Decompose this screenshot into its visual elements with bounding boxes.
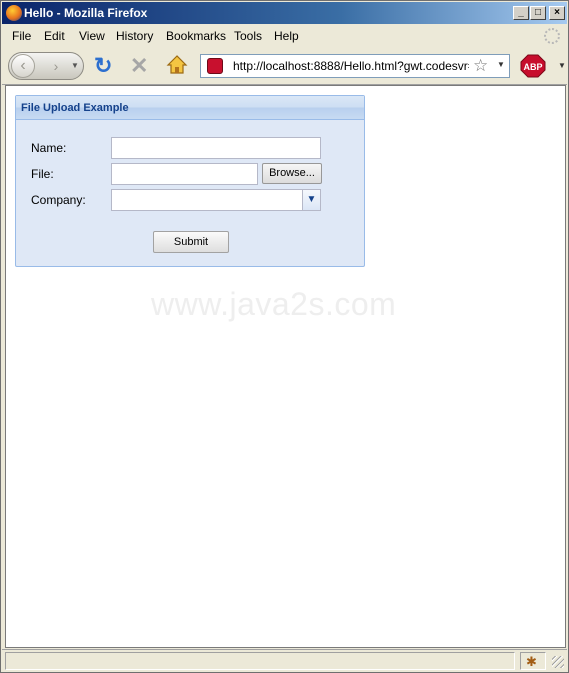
panel-title: File Upload Example <box>21 102 129 114</box>
firefox-icon <box>6 5 22 21</box>
company-combobox[interactable] <box>111 189 303 211</box>
home-icon[interactable] <box>166 54 188 76</box>
window-title: Hello - Mozilla Firefox <box>24 6 148 20</box>
adblock-plus-icon[interactable]: ABP <box>520 54 546 78</box>
menu-tools[interactable]: Tools <box>234 29 262 43</box>
menu-file[interactable]: File <box>12 29 31 43</box>
name-input[interactable] <box>111 137 321 159</box>
firebug-icon[interactable]: ✱ <box>526 654 537 670</box>
watermark-text: www.java2s.com <box>151 286 397 322</box>
abp-label: ABP <box>523 62 542 72</box>
throbber-icon <box>544 28 560 44</box>
close-button[interactable]: × <box>549 6 565 20</box>
name-label: Name: <box>31 141 67 155</box>
submit-button[interactable]: Submit <box>153 231 229 253</box>
panel-header: File Upload Example <box>16 96 364 120</box>
browse-button[interactable]: Browse... <box>262 163 322 184</box>
status-text <box>5 652 515 670</box>
page-content: File Upload Example Name: File: Browse..… <box>5 85 566 648</box>
reload-icon[interactable]: ↻ <box>94 55 116 77</box>
browser-window: Hello - Mozilla Firefox _ □ × File Edit … <box>0 0 569 673</box>
site-favicon-icon <box>207 58 223 74</box>
menu-bookmarks[interactable]: Bookmarks <box>166 29 226 43</box>
menu-history[interactable]: History <box>116 29 153 43</box>
menu-help[interactable]: Help <box>274 29 299 43</box>
menu-bar: File Edit View History Bookmarks Tools H… <box>2 25 567 47</box>
address-bar[interactable]: http://localhost:8888/Hello.html?gwt.cod… <box>200 54 510 78</box>
stop-icon[interactable]: ✕ <box>130 55 152 77</box>
adblock-dropdown-icon[interactable]: ▼ <box>558 61 566 70</box>
file-upload-form-panel: File Upload Example Name: File: Browse..… <box>15 95 365 267</box>
status-bar: ✱ <box>2 649 567 671</box>
back-forward-group: ‹ › ▼ <box>8 52 84 80</box>
minimize-button[interactable]: _ <box>513 6 529 20</box>
menu-view[interactable]: View <box>79 29 105 43</box>
title-bar: Hello - Mozilla Firefox _ □ × <box>2 2 567 24</box>
history-dropdown-icon[interactable]: ▼ <box>71 61 79 70</box>
bookmark-star-icon[interactable]: ☆ <box>473 56 488 76</box>
navigation-toolbar: ‹ › ▼ ↻ ✕ http://localhost:8888/Hello.ht… <box>2 47 567 85</box>
chevron-down-icon[interactable]: ▼ <box>303 189 321 211</box>
file-label: File: <box>31 167 54 181</box>
forward-icon[interactable]: › <box>47 57 65 75</box>
menu-edit[interactable]: Edit <box>44 29 65 43</box>
company-label: Company: <box>31 193 86 207</box>
resize-grip[interactable] <box>552 656 564 668</box>
file-input[interactable] <box>111 163 258 185</box>
firebug-status-box[interactable]: ✱ <box>520 652 546 670</box>
url-dropdown-icon[interactable]: ▼ <box>497 60 505 69</box>
back-icon[interactable]: ‹ <box>11 54 35 78</box>
url-text[interactable]: http://localhost:8888/Hello.html?gwt.cod… <box>233 59 469 73</box>
maximize-button[interactable]: □ <box>530 6 546 20</box>
